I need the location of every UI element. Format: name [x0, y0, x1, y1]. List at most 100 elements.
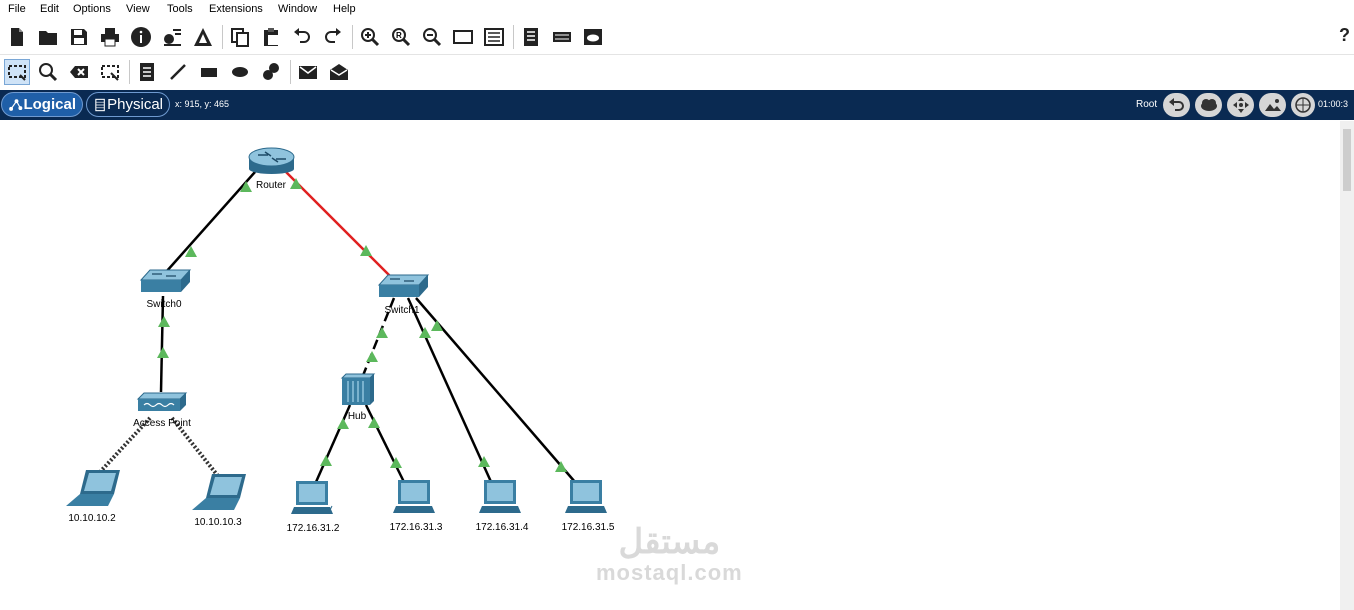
print-icon[interactable] [97, 24, 123, 50]
svg-text:R: R [396, 31, 402, 40]
draw-line-icon[interactable] [165, 59, 191, 85]
inspect-icon[interactable] [35, 59, 61, 85]
toolbar-separator [290, 60, 291, 84]
undo-icon[interactable] [289, 24, 315, 50]
menu-tools[interactable]: Tools [167, 3, 193, 15]
access-point-label: Access Point [133, 418, 191, 429]
pc-icon [393, 480, 435, 513]
zoom-out-icon[interactable] [419, 24, 445, 50]
menu-options[interactable]: Options [73, 3, 111, 15]
link-router-switch0[interactable] [165, 171, 256, 273]
link-up-marker [320, 455, 332, 466]
zoom-reset-icon[interactable]: R [388, 24, 414, 50]
hub-icon [340, 373, 376, 405]
save-icon[interactable] [66, 24, 92, 50]
root-label: Root [1136, 99, 1158, 110]
open-folder-icon[interactable] [35, 24, 61, 50]
menu-view[interactable]: View [126, 3, 150, 15]
link-hub-pc2[interactable] [364, 404, 406, 483]
tab-physical[interactable]: Physical [86, 92, 170, 117]
drawing-palette-icon[interactable] [450, 24, 476, 50]
viewport-icon[interactable] [1291, 93, 1315, 117]
link-up-marker [376, 327, 388, 338]
pc-device-3[interactable]: 172.16.31.4 [476, 480, 529, 533]
access-point-icon [136, 392, 188, 411]
delete-icon[interactable] [66, 59, 92, 85]
pc-device-1[interactable]: 172.16.31.2 [287, 481, 340, 534]
freeform-draw-icon[interactable] [258, 59, 284, 85]
network-info-icon[interactable] [159, 24, 185, 50]
add-complex-pdu-icon[interactable] [326, 59, 352, 85]
link-up-marker [368, 417, 380, 428]
access-point-device[interactable]: Access Point [133, 392, 191, 429]
new-cluster-icon[interactable] [1195, 93, 1222, 117]
network-links [98, 171, 576, 485]
toolbar-separator [222, 25, 223, 49]
copy-icon[interactable] [227, 24, 253, 50]
watermark-latin-text: mostaql.com [596, 560, 743, 585]
toolbar-separator [513, 25, 514, 49]
menu-window[interactable]: Window [278, 3, 317, 15]
move-object-icon[interactable] [1227, 93, 1254, 117]
paste-icon[interactable] [258, 24, 284, 50]
help-icon[interactable]: ? [1339, 25, 1350, 46]
workspace-bar: Logical Physical x: 915, y: 465 Root 01:… [0, 90, 1354, 120]
tab-logical-label: Logical [23, 96, 76, 113]
switch1-device[interactable]: Switch1 [377, 274, 430, 316]
menu-extensions[interactable]: Extensions [209, 3, 263, 15]
switch0-label: Switch0 [146, 299, 181, 310]
pc-icon [291, 481, 333, 514]
custom-device-dialog-icon[interactable] [481, 24, 507, 50]
pc3-label: 172.16.31.4 [476, 522, 529, 533]
router-icon [248, 147, 295, 174]
activity-wizard-icon[interactable] [190, 24, 216, 50]
scrollbar-thumb[interactable] [1343, 129, 1351, 191]
logical-view-icon [9, 98, 23, 111]
link-hub-pc1[interactable] [314, 404, 352, 483]
hub-label: Hub [348, 411, 367, 422]
info-icon[interactable] [128, 24, 154, 50]
set-background-icon[interactable] [1259, 93, 1286, 117]
zoom-in-icon[interactable] [357, 24, 383, 50]
pc1-label: 172.16.31.2 [287, 523, 340, 534]
document-icon[interactable] [518, 24, 544, 50]
tab-logical[interactable]: Logical [1, 92, 83, 117]
toolbar-separator [129, 60, 130, 84]
link-router-switch1[interactable] [285, 171, 395, 281]
resize-shape-icon[interactable] [97, 59, 123, 85]
add-simple-pdu-icon[interactable] [295, 59, 321, 85]
link-status-markers [157, 178, 567, 472]
laptop2-label: 10.10.10.3 [194, 517, 242, 528]
menu-help[interactable]: Help [333, 3, 356, 15]
switch0-device[interactable]: Switch0 [139, 269, 192, 310]
switch-icon [139, 269, 192, 292]
link-switch1-pc3[interactable] [406, 297, 494, 485]
laptop-device-2[interactable]: 10.10.10.3 [192, 474, 246, 528]
cursor-coordinates: x: 915, y: 465 [175, 99, 230, 109]
pc-device-2[interactable]: 172.16.31.3 [390, 480, 443, 533]
switch-icon [377, 274, 430, 297]
router-device[interactable]: Router [248, 147, 295, 191]
router-label: Router [256, 180, 287, 191]
menu-file[interactable]: File [8, 3, 26, 15]
new-file-icon[interactable] [4, 24, 30, 50]
select-tool-icon[interactable] [4, 59, 30, 85]
draw-ellipse-icon[interactable] [227, 59, 253, 85]
link-switch0-access-point[interactable] [159, 295, 165, 393]
laptop-device-1[interactable]: 10.10.10.2 [66, 470, 120, 524]
mostaql-watermark: مستقل mostaql.com [596, 524, 743, 586]
link-up-marker [290, 178, 302, 189]
place-note-icon[interactable] [134, 59, 160, 85]
draw-rectangle-icon[interactable] [196, 59, 222, 85]
ipc-icon[interactable] [549, 24, 575, 50]
redo-icon[interactable] [320, 24, 346, 50]
menu-edit[interactable]: Edit [40, 3, 59, 15]
vertical-scrollbar[interactable] [1340, 121, 1354, 610]
menu-bar: File Edit Options View Tools Extensions … [0, 0, 1354, 20]
clock-time: 01:00:3 [1318, 99, 1349, 109]
back-icon[interactable] [1163, 93, 1190, 117]
tab-physical-label: Physical [107, 96, 163, 113]
laptop-icon [66, 470, 120, 506]
cloud-window-icon[interactable] [580, 24, 606, 50]
link-up-marker [158, 316, 170, 327]
